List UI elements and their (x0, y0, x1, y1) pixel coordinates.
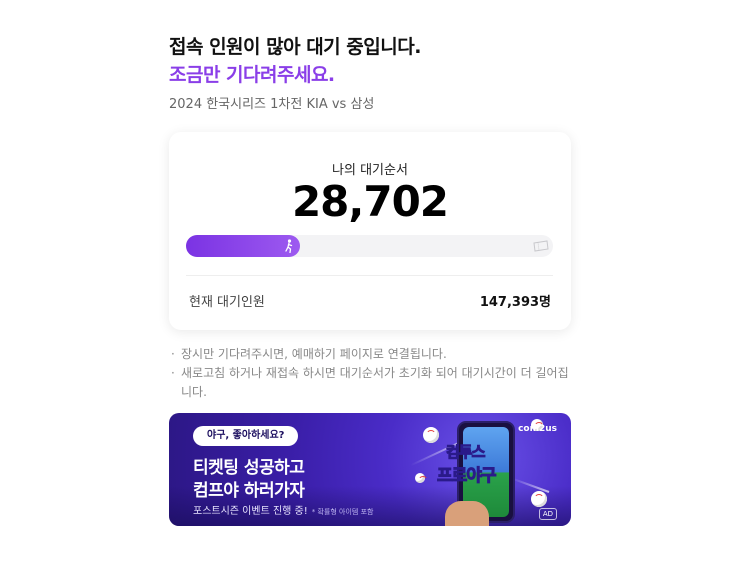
banner-pill: 야구, 좋아하세요? (193, 426, 299, 446)
game-logo: 컴투스 (445, 443, 485, 462)
runner-icon (285, 239, 292, 253)
banner-foot-note: * 확률형 아이템 포함 (311, 508, 374, 516)
queue-position: 28,702 (291, 177, 449, 226)
banner-headline: 컴프야 하러가자 (193, 481, 305, 501)
baseball-icon (423, 427, 439, 443)
notice-item: 장시만 기다려주시면, 예매하기 페이지로 연결됩니다. (171, 345, 571, 364)
game-logo: 프로야구 (437, 466, 498, 487)
queue-progress-bar (186, 235, 553, 257)
headline: 접속 인원이 많아 대기 중입니다. (169, 36, 421, 58)
hand-illustration (445, 501, 489, 526)
queue-card: 나의 대기순서 28,702 현재 대기인원 147,393명 (169, 132, 571, 330)
queue-label: 나의 대기순서 (332, 163, 408, 178)
baseball-icon (531, 491, 547, 507)
banner-headline: 티켓팅 성공하고 (193, 458, 305, 478)
baseball-icon (415, 473, 428, 483)
banner-foot-text: 포스트시즌 이벤트 진행 중! (193, 506, 308, 517)
current-waiting-count: 147,393명 (479, 295, 551, 310)
ad-badge: AD (538, 508, 557, 520)
queue-progress-fill (186, 235, 300, 257)
ticket-icon (533, 240, 549, 252)
banner-footnote: 포스트시즌 이벤트 진행 중! * 확률형 아이템 포함 (193, 502, 373, 517)
brand-logo: com2us (518, 424, 557, 434)
card-divider (186, 275, 553, 276)
notice-list: 장시만 기다려주시면, 예매하기 페이지로 연결됩니다. 새로고침 하거나 재접… (171, 345, 571, 402)
subline: 조금만 기다려주세요. (169, 64, 335, 86)
notice-item: 새로고침 하거나 재접속 하시면 대기순서가 초기화 되어 대기시간이 더 길어… (171, 364, 571, 402)
event-title: 2024 한국시리즈 1차전 KIA vs 삼성 (169, 97, 375, 112)
current-waiting-label: 현재 대기인원 (189, 295, 265, 310)
promo-banner[interactable]: 컴투스 프로야구 야구, 좋아하세요? 티켓팅 성공하고 컴프야 하러가자 포스… (169, 413, 571, 526)
